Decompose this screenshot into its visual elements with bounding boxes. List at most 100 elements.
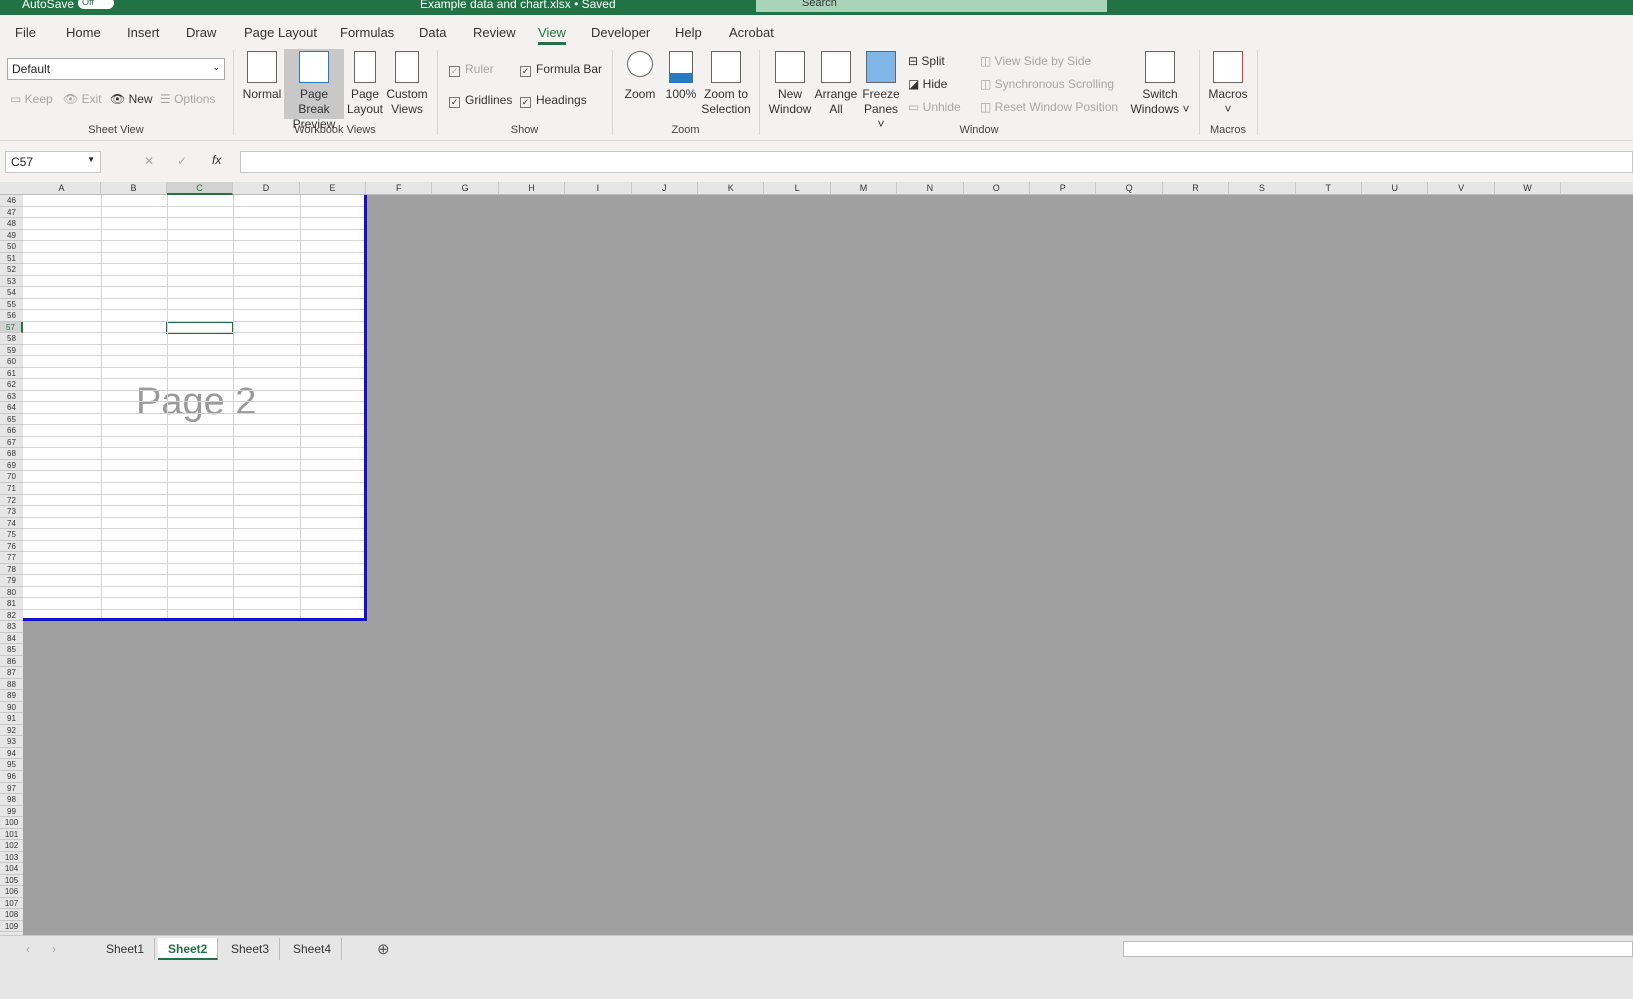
column-header-J[interactable]: J	[632, 182, 698, 195]
row-header-95[interactable]: 95	[0, 759, 23, 771]
column-header-U[interactable]: U	[1362, 182, 1429, 195]
sheet-tab-sheet1[interactable]: Sheet1	[96, 938, 156, 960]
gridlines-checkbox[interactable]: ✓ Gridlines	[449, 93, 512, 108]
row-header-75[interactable]: 75	[0, 529, 23, 541]
row-header-92[interactable]: 92	[0, 725, 23, 737]
headings-checkbox[interactable]: ✓ Headings	[520, 93, 587, 108]
keep-button[interactable]: ▭ Keep	[10, 92, 53, 106]
hide-button[interactable]: ◪ Hide	[908, 77, 947, 91]
row-header-94[interactable]: 94	[0, 748, 23, 760]
row-header-84[interactable]: 84	[0, 633, 23, 645]
row-header-89[interactable]: 89	[0, 690, 23, 702]
row-header-103[interactable]: 103	[0, 852, 23, 864]
cancel-icon[interactable]: ✕	[144, 154, 154, 168]
row-header-56[interactable]: 56	[0, 310, 23, 322]
row-header-53[interactable]: 53	[0, 276, 23, 288]
row-header-61[interactable]: 61	[0, 368, 23, 380]
row-header-77[interactable]: 77	[0, 552, 23, 564]
row-header-49[interactable]: 49	[0, 230, 23, 242]
row-header-65[interactable]: 65	[0, 414, 23, 426]
row-header-79[interactable]: 79	[0, 575, 23, 587]
row-header-73[interactable]: 73	[0, 506, 23, 518]
column-header-D[interactable]: D	[233, 182, 300, 195]
column-header-N[interactable]: N	[897, 182, 964, 195]
row-header-64[interactable]: 64	[0, 402, 23, 414]
zoom-button[interactable]: Zoom	[622, 49, 658, 102]
column-header-H[interactable]: H	[499, 182, 566, 195]
row-header-81[interactable]: 81	[0, 598, 23, 610]
tab-help[interactable]: Help	[675, 25, 702, 40]
column-header-M[interactable]: M	[831, 182, 898, 195]
formula-input[interactable]	[240, 151, 1633, 173]
search-input[interactable]: Search	[756, 0, 1107, 12]
column-header-R[interactable]: R	[1163, 182, 1230, 195]
ruler-checkbox[interactable]: ✓ Ruler	[449, 62, 494, 77]
row-header-104[interactable]: 104	[0, 863, 23, 875]
column-header-F[interactable]: F	[366, 182, 433, 195]
row-header-108[interactable]: 108	[0, 909, 23, 921]
row-header-100[interactable]: 100	[0, 817, 23, 829]
row-header-102[interactable]: 102	[0, 840, 23, 852]
row-header-109[interactable]: 109	[0, 921, 23, 933]
row-header-88[interactable]: 88	[0, 679, 23, 691]
row-header-72[interactable]: 72	[0, 495, 23, 507]
options-button[interactable]: ☰ Options	[160, 92, 215, 106]
row-header-52[interactable]: 52	[0, 264, 23, 276]
column-header-K[interactable]: K	[698, 182, 765, 195]
row-header-101[interactable]: 101	[0, 829, 23, 841]
new-sheet-view-button[interactable]: 👁 New	[110, 92, 153, 106]
row-header-59[interactable]: 59	[0, 345, 23, 357]
row-header-48[interactable]: 48	[0, 218, 23, 230]
row-header-91[interactable]: 91	[0, 713, 23, 725]
column-header-E[interactable]: E	[300, 182, 366, 195]
column-header-W[interactable]: W	[1495, 182, 1562, 195]
horizontal-scrollbar[interactable]	[1123, 941, 1633, 957]
column-header-S[interactable]: S	[1229, 182, 1296, 195]
column-header-L[interactable]: L	[764, 182, 831, 195]
row-header-63[interactable]: 63	[0, 391, 23, 403]
row-header-82[interactable]: 82	[0, 610, 23, 622]
row-header-105[interactable]: 105	[0, 875, 23, 887]
tab-file[interactable]: File	[15, 25, 36, 40]
row-header-69[interactable]: 69	[0, 460, 23, 472]
row-header-47[interactable]: 47	[0, 207, 23, 219]
exit-button[interactable]: 👁 Exit	[63, 92, 102, 106]
sheet-tab-sheet3[interactable]: Sheet3	[221, 938, 281, 960]
row-header-83[interactable]: 83	[0, 621, 23, 633]
zoom-100-button[interactable]: 100%	[664, 49, 698, 102]
column-header-B[interactable]: B	[101, 182, 167, 195]
formula-bar-checkbox[interactable]: ✓ Formula Bar	[520, 62, 602, 77]
row-header-98[interactable]: 98	[0, 794, 23, 806]
row-header-106[interactable]: 106	[0, 886, 23, 898]
split-button[interactable]: ⊟ Split	[908, 54, 945, 68]
column-header-V[interactable]: V	[1428, 182, 1495, 195]
row-header-62[interactable]: 62	[0, 379, 23, 391]
row-header-54[interactable]: 54	[0, 287, 23, 299]
row-header-93[interactable]: 93	[0, 736, 23, 748]
row-header-74[interactable]: 74	[0, 518, 23, 530]
row-header-85[interactable]: 85	[0, 644, 23, 656]
row-header-96[interactable]: 96	[0, 771, 23, 783]
row-header-67[interactable]: 67	[0, 437, 23, 449]
enter-icon[interactable]: ✓	[177, 154, 187, 168]
row-header-58[interactable]: 58	[0, 333, 23, 345]
column-header-C[interactable]: C	[167, 182, 233, 195]
column-header-Q[interactable]: Q	[1096, 182, 1163, 195]
tab-developer[interactable]: Developer	[591, 25, 650, 40]
page-break-preview-button[interactable]: Page Break Preview	[284, 49, 344, 131]
insert-function-icon[interactable]: fx	[212, 153, 221, 167]
column-header-O[interactable]: O	[964, 182, 1030, 195]
tab-view[interactable]: View	[538, 25, 566, 45]
synchronous-scrolling-button[interactable]: ◫ Synchronous Scrolling	[980, 77, 1114, 91]
zoom-to-selection-button[interactable]: Zoom to Selection	[700, 49, 752, 117]
column-header-P[interactable]: P	[1030, 182, 1097, 195]
row-header-57[interactable]: 57	[0, 321, 23, 334]
scroll-right-icon[interactable]: ›	[52, 942, 56, 956]
unhide-button[interactable]: ▭ Unhide	[908, 100, 961, 114]
scroll-left-icon[interactable]: ‹	[26, 942, 30, 956]
row-header-107[interactable]: 107	[0, 898, 23, 910]
tab-home[interactable]: Home	[66, 25, 101, 40]
new-window-button[interactable]: New Window	[767, 49, 813, 117]
row-header-66[interactable]: 66	[0, 425, 23, 437]
name-box[interactable]: C57 ▼	[5, 151, 101, 173]
